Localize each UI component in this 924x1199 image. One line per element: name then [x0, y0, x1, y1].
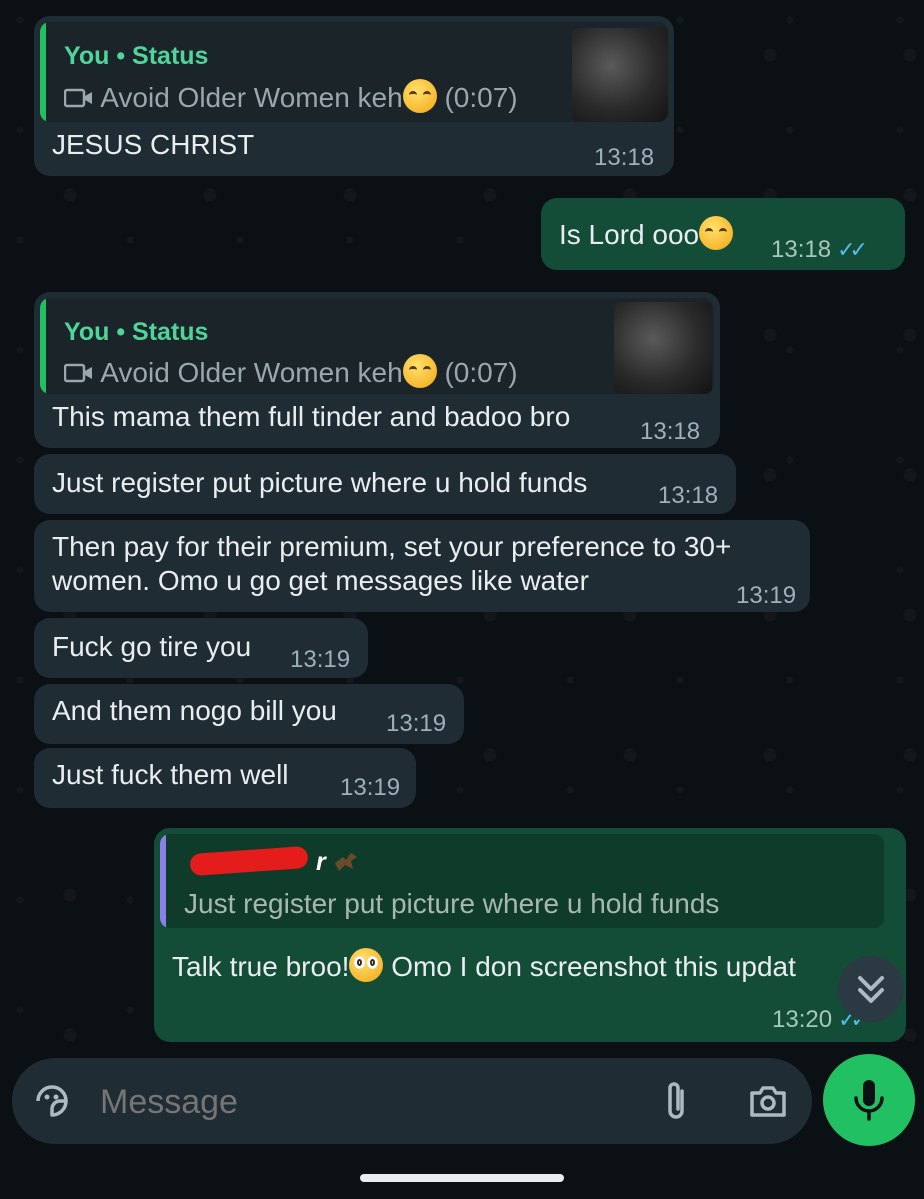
message-time: 13:19	[290, 646, 351, 673]
status-thumbnail	[614, 302, 712, 394]
message-text: JESUS CHRIST	[52, 129, 255, 160]
quote-text: Just register put picture where u hold f…	[184, 888, 720, 919]
quoted-status[interactable]: You • Status Avoid Older Women keh (0:07…	[40, 22, 668, 122]
message-text: Then pay for their premium, set your pre…	[52, 531, 732, 596]
tears-of-joy-emoji-icon	[402, 79, 437, 113]
message-time: 13:18	[594, 144, 655, 171]
microphone-icon	[854, 1080, 884, 1121]
message-time: 13:19	[736, 582, 797, 609]
double-check-icon: ✓✓	[837, 237, 868, 262]
camera-icon[interactable]	[748, 1083, 788, 1119]
sticker-icon[interactable]	[32, 1081, 72, 1121]
message-text: Fuck go tire you	[52, 631, 252, 662]
quote-author: You • Status	[64, 42, 209, 70]
quote-author: r	[316, 848, 359, 877]
message-text: Just fuck them well	[52, 759, 289, 790]
message-text: Talk true broo! Omo I don screenshot thi…	[172, 948, 796, 984]
quote-bar	[160, 834, 166, 928]
quote-bar	[40, 22, 46, 122]
message-bubble-incoming[interactable]: Just register put picture where u hold f…	[34, 454, 736, 514]
video-camera-icon	[63, 363, 92, 383]
quote-bar	[40, 298, 46, 394]
quote-author: You • Status	[64, 318, 209, 346]
double-chevron-down-icon	[858, 976, 884, 1003]
message-text: Is Lord ooo	[559, 216, 734, 252]
message-bubble-incoming[interactable]: You • Status Avoid Older Women keh (0:07…	[34, 16, 674, 176]
message-bubble-incoming[interactable]: And them nogo bill you 13:19	[34, 684, 464, 744]
message-bubble-incoming[interactable]: You • Status Avoid Older Women keh (0:07…	[34, 292, 720, 448]
message-time: 13:18	[640, 418, 701, 445]
message-text: This mama them full tinder and badoo bro	[52, 401, 571, 432]
eagle-icon	[334, 853, 357, 871]
message-input[interactable]	[98, 1076, 622, 1128]
tears-of-joy-emoji-icon	[402, 354, 437, 388]
quoted-status[interactable]: You • Status Avoid Older Women keh (0:07…	[40, 298, 714, 394]
message-bubble-incoming[interactable]: Then pay for their premium, set your pre…	[34, 520, 810, 612]
tears-of-joy-emoji-icon	[699, 216, 734, 250]
message-text: Just register put picture where u hold f…	[52, 467, 588, 498]
message-bubble-outgoing[interactable]: r Just register put picture where u hold…	[154, 828, 906, 1042]
message-bubble-incoming[interactable]: Fuck go tire you 13:19	[34, 618, 368, 678]
quoted-message[interactable]: r Just register put picture where u hold…	[160, 834, 884, 928]
message-time: 13:19	[340, 774, 401, 801]
message-bubble-outgoing[interactable]: Is Lord ooo 13:18 ✓✓	[541, 198, 905, 270]
quote-text: Avoid Older Women keh (0:07)	[63, 354, 518, 389]
message-time: 13:18 ✓✓	[771, 236, 868, 263]
redaction-mark	[189, 845, 309, 877]
status-thumbnail	[572, 28, 668, 122]
scroll-to-bottom-button[interactable]	[838, 956, 904, 1022]
message-text: And them nogo bill you	[52, 695, 337, 726]
message-time: 13:19	[386, 710, 447, 737]
message-time: 13:18	[658, 482, 719, 509]
paperclip-icon[interactable]	[662, 1079, 692, 1123]
message-composer[interactable]	[12, 1058, 812, 1144]
home-gesture-handle[interactable]	[360, 1174, 564, 1182]
video-camera-icon	[63, 88, 92, 108]
flushed-face-emoji-icon	[349, 948, 384, 982]
quote-text: Avoid Older Women keh (0:07)	[63, 79, 518, 114]
message-bubble-incoming[interactable]: Just fuck them well 13:19	[34, 748, 416, 808]
voice-message-button[interactable]	[823, 1054, 915, 1146]
